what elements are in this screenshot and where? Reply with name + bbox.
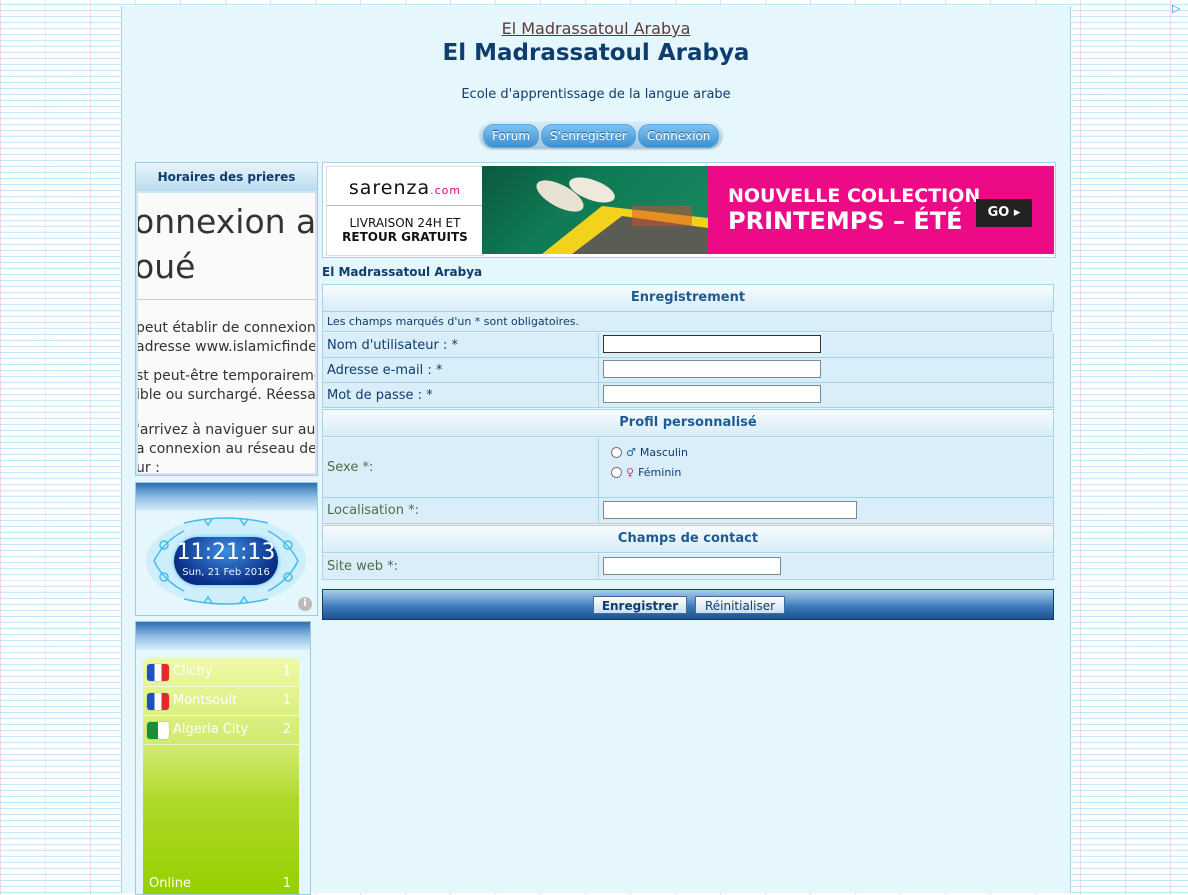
clock-widget-header [136,483,317,511]
nav-login-button[interactable]: Connexion [637,124,720,148]
error-paragraph: st peut-être temporaireme ible ou surcha… [138,368,315,403]
info-icon[interactable]: i [298,597,312,611]
website-row: Site web *: [322,554,1054,580]
nav-register-button[interactable]: S'enregistrer [541,124,636,148]
site-description: Ecole d'apprentissage de la langue arabe [461,87,731,102]
online-label: Online [149,876,191,891]
location-row: Localisation *: [322,498,1054,524]
ad-headline: NOUVELLE COLLECTION PRINTEMPS – ÉTÉ [728,185,981,235]
section-contact: Champs de contact [322,525,1054,553]
online-count: 1 [282,876,291,891]
form-actions: Enregistrer Réinitialiser [322,589,1054,620]
prayer-times-title: Horaires des prieres [136,163,317,191]
city-row[interactable]: Algeria City 2 [143,718,299,745]
ad-banner[interactable]: sarenza.com LIVRAISON 24H ET RETOUR GRAT… [322,162,1056,258]
ad-tagline: LIVRAISON 24H ET RETOUR GRATUITS [342,216,468,244]
password-row: Mot de passe : * [322,383,1054,408]
sex-option-female[interactable]: ♀ Féminin [611,466,681,479]
register-submit-button[interactable]: Enregistrer [593,596,687,614]
city-count: 2 [282,722,291,737]
online-row: Online 1 [143,872,299,892]
reset-button[interactable]: Réinitialiser [695,596,785,614]
sex-row: Sexe *: ♂ Masculin ♀ Féminin [322,438,1054,498]
section-profile: Profil personnalisé [322,409,1054,437]
email-input[interactable] [603,360,821,378]
main-nav: Forum S'enregistrer Connexion [480,122,723,148]
email-label: Adresse e-mail : * [323,358,599,382]
required-note: Les champs marqués d'un * sont obligatoi… [322,312,1052,332]
france-flag-icon [147,664,169,681]
female-radio[interactable] [611,467,622,478]
sex-label: Sexe *: [323,438,599,497]
clock-date: Sun, 21 Feb 2016 [182,567,270,578]
city-count: 1 [282,693,291,708]
sneakers-image-icon [536,177,708,254]
france-flag-icon [147,693,169,710]
visitor-cities-header [136,622,310,650]
city-count: 1 [282,664,291,679]
city-row[interactable]: Montsoult 1 [143,689,299,716]
algeria-flag-icon [147,722,169,739]
ad-photo [482,166,708,254]
location-input[interactable] [603,501,857,519]
city-name: Clichy [173,664,213,679]
prayer-times-iframe[interactable]: onnexion a oué peut établir de connexion… [138,193,315,473]
male-label: Masculin [639,446,688,459]
ad-divider [327,205,483,206]
city-name: Montsoult [173,693,238,708]
website-input[interactable] [603,557,781,575]
city-row[interactable]: Clichy 1 [143,660,299,687]
ad-brand-panel: sarenza.com LIVRAISON 24H ET RETOUR GRAT… [326,166,484,256]
clock-time: 11:21:13 [176,540,276,565]
password-input[interactable] [603,385,821,403]
clock-face: 11:21:13 Sun, 21 Feb 2016 [174,537,278,585]
ad-brand-logo: sarenza.com [348,177,462,199]
page-wrapper: El Madrassatoul Arabya El Madrassatoul A… [121,6,1071,895]
username-label: Nom d'utilisateur : * [323,333,599,357]
female-label: Féminin [638,466,682,479]
clock-widget[interactable]: 11:21:13 Sun, 21 Feb 2016 [144,515,308,607]
error-paragraph: peut établir de connexion adresse www.is… [138,320,315,355]
male-symbol-icon: ♂ [626,446,636,459]
adchoices-icon[interactable]: ▷ [1172,2,1184,16]
location-label: Localisation *: [323,498,599,523]
nav-forum-button[interactable]: Forum [483,124,540,148]
sex-option-male[interactable]: ♂ Masculin [611,446,688,459]
breadcrumb[interactable]: El Madrassatoul Arabya [322,265,482,279]
error-paragraph: 'arrivez à naviguer sur auc a connexion … [138,422,315,473]
ad-go-button[interactable]: GO ▸ [976,199,1032,227]
username-input[interactable] [603,335,821,353]
prayer-times-widget: Horaires des prieres onnexion a oué peut… [135,162,318,476]
website-label: Site web *: [323,554,599,579]
visitor-cities-widget[interactable]: Clichy 1 Montsoult 1 Algeria City 2 Onli… [143,658,299,894]
password-label: Mot de passe : * [323,383,599,407]
site-title: El Madrassatoul Arabya [442,40,750,66]
visitor-cities-box: Clichy 1 Montsoult 1 Algeria City 2 Onli… [135,621,311,895]
clock-widget-box: 11:21:13 Sun, 21 Feb 2016 i [135,482,318,616]
section-registration: Enregistrement [322,284,1054,312]
username-row: Nom d'utilisateur : * [322,333,1054,358]
city-name: Algeria City [173,722,249,737]
email-row: Adresse e-mail : * [322,358,1054,383]
female-symbol-icon: ♀ [626,466,635,479]
error-heading: onnexion a oué [138,202,315,286]
male-radio[interactable] [611,447,622,458]
ad-promo-panel: NOUVELLE COLLECTION PRINTEMPS – ÉTÉ GO ▸ [708,166,1054,254]
error-divider [138,299,315,300]
site-link[interactable]: El Madrassatoul Arabya [122,19,1070,38]
registration-form: Enregistrement Les champs marqués d'un *… [322,284,1054,620]
